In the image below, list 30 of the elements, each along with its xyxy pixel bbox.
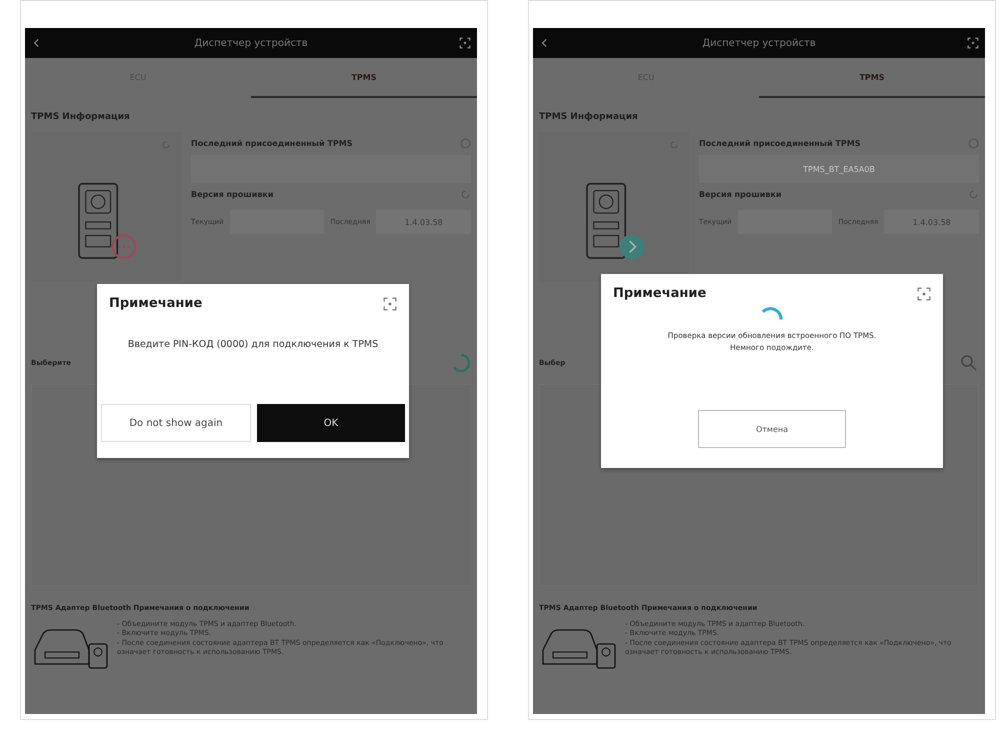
dialog-message: Введите PIN-КОД (0000) для подключения к TPMS	[128, 339, 378, 350]
section-title: TPMS Информация	[538, 111, 639, 124]
last-connected-title: Последний присоединенный TPMS	[699, 139, 860, 148]
device-name-field: TPMS_BT_EA5A0B	[699, 155, 979, 183]
last-connected-title: Последний присоединенный TPMS	[191, 139, 352, 148]
firmware-title: Версия прошивки	[699, 190, 782, 199]
firmware-title: Версия прошивки	[191, 190, 274, 199]
screen-title: Диспетчер устройств	[702, 38, 816, 48]
refresh-icon[interactable]	[460, 189, 471, 200]
cancel-button[interactable]: Отмена	[698, 410, 846, 448]
section-title: TPMS Информация	[30, 111, 131, 124]
screen-title: Диспетчер устройств	[194, 38, 308, 48]
scan-icon	[383, 296, 397, 310]
loading-spinner-icon	[761, 305, 783, 321]
search-icon[interactable]	[959, 353, 979, 373]
latest-version-field: 1.4.03.58	[884, 210, 980, 234]
scan-icon	[917, 286, 931, 300]
tab[interactable]: TPMS	[759, 58, 985, 98]
info-icon[interactable]	[460, 138, 471, 149]
scan-icon[interactable]	[459, 37, 471, 49]
scan-icon[interactable]	[967, 37, 979, 49]
tab[interactable]: TPMS	[251, 58, 477, 98]
info-icon[interactable]	[968, 138, 979, 149]
dismiss-button[interactable]: Do not show again	[101, 404, 251, 442]
refresh-icon[interactable]	[968, 189, 979, 200]
dialog-title: Примечание	[109, 296, 202, 311]
loading-spinner-icon	[451, 353, 471, 373]
latest-version-field: 1.4.03.58	[376, 210, 472, 234]
dialog-title: Примечание	[613, 286, 706, 301]
ok-button[interactable]: OK	[257, 404, 405, 442]
